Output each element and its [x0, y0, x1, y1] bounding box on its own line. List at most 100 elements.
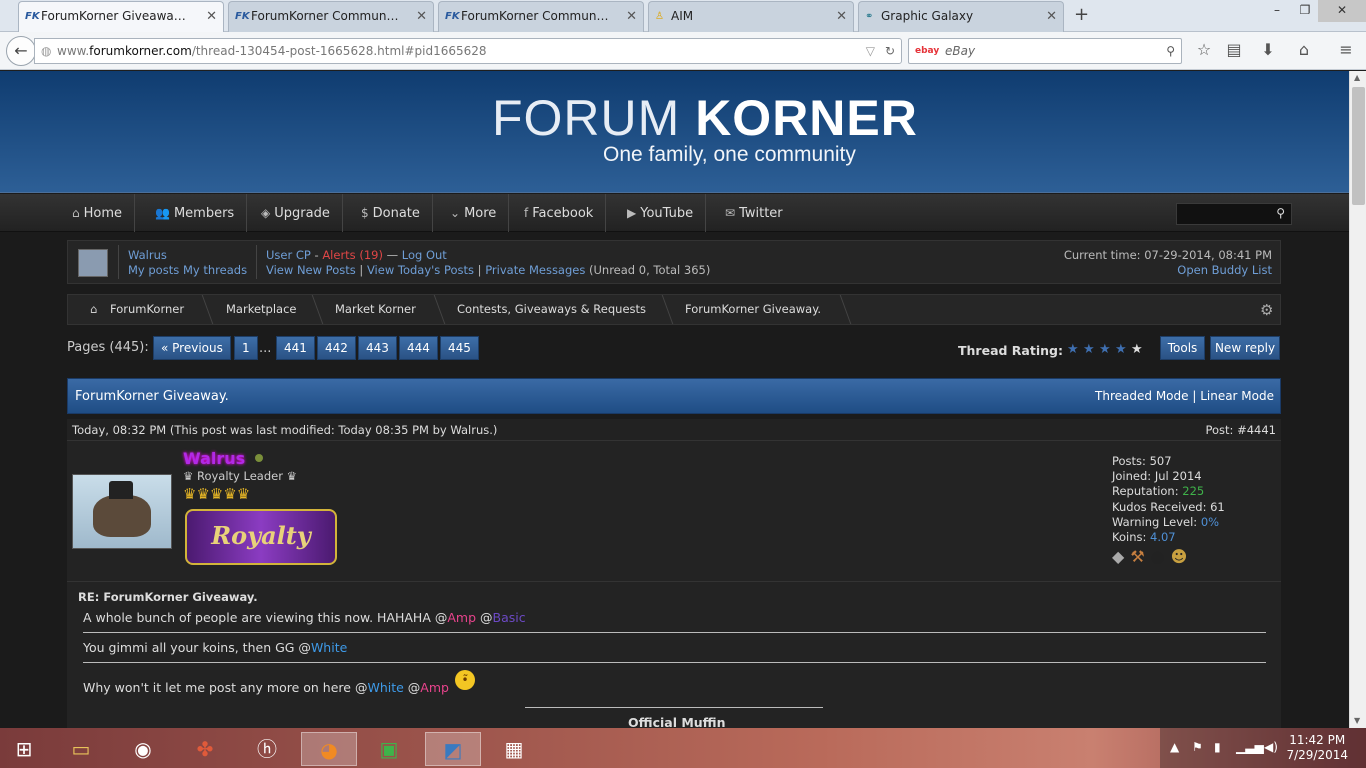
close-window-icon[interactable]: ✕ [1318, 0, 1366, 22]
close-tab-icon[interactable]: ✕ [836, 2, 847, 31]
browser-tab[interactable]: ⚭ Graphic Galaxy ✕ [858, 1, 1064, 32]
media-app-icon[interactable]: ◉ [119, 732, 167, 766]
file-explorer-icon[interactable]: ▭ [57, 732, 105, 766]
my-posts-link[interactable]: My posts [128, 263, 179, 277]
menu-donate[interactable]: $ Donate [349, 194, 433, 232]
breadcrumb-forumkorner[interactable]: ForumKorner [110, 295, 184, 324]
search-icon[interactable]: ⚲ [1166, 39, 1175, 63]
new-tab-icon[interactable]: + [1074, 6, 1089, 24]
page-445-button[interactable]: 445 [440, 336, 479, 360]
username-link[interactable]: Walrus [128, 248, 167, 262]
reload-icon[interactable]: ↻ [885, 39, 895, 63]
back-arrow-icon[interactable]: ← [6, 36, 36, 66]
power-icon[interactable]: ▮ [1214, 740, 1221, 754]
firefox-icon[interactable]: ◕ [301, 732, 357, 766]
breadcrumb-contests[interactable]: Contests, Giveaways & Requests [457, 295, 646, 324]
bomb-award-icon[interactable]: ● [1151, 547, 1171, 566]
menu-upgrade[interactable]: ◈ Upgrade [249, 194, 343, 232]
diamond-award-icon[interactable]: ◆ [1112, 547, 1130, 566]
scroll-up-icon[interactable]: ▲ [1354, 73, 1360, 82]
author-avatar[interactable] [72, 474, 172, 549]
reputation-link[interactable]: 225 [1182, 484, 1204, 498]
search-icon[interactable]: ⚲ [1276, 206, 1285, 220]
home-icon[interactable]: ⌂ [1292, 40, 1316, 59]
site-logo[interactable]: FORUM KORNER [492, 89, 918, 147]
view-todays-posts-link[interactable]: View Today's Posts [367, 263, 474, 277]
browser-tab[interactable]: FK ForumKorner Community ... ✕ [438, 1, 644, 32]
browser-tab[interactable]: ♙ AIM ✕ [648, 1, 854, 32]
author-name[interactable]: Walrus [183, 449, 245, 468]
close-tab-icon[interactable]: ✕ [626, 2, 637, 31]
menu-youtube[interactable]: ▶ YouTube [615, 194, 707, 232]
linear-mode-link[interactable]: Linear Mode [1200, 389, 1274, 403]
page-441-button[interactable]: 441 [276, 336, 315, 360]
paint-app-icon[interactable]: ◩ [425, 732, 481, 766]
menu-icon[interactable]: ≡ [1334, 40, 1358, 59]
close-tab-icon[interactable]: ✕ [416, 2, 427, 31]
photo-app-icon[interactable]: ✤ [181, 732, 229, 766]
rating-star-icon[interactable]: ★ [1067, 342, 1079, 357]
volume-icon[interactable]: ◀) [1264, 740, 1278, 754]
video-app-icon[interactable]: ▦ [490, 732, 538, 766]
private-messages-link[interactable]: Private Messages [485, 263, 585, 277]
menu-facebook[interactable]: f Facebook [512, 194, 607, 232]
avatar[interactable] [78, 249, 108, 277]
mention-amp-link[interactable]: Amp [420, 680, 449, 695]
previous-page-button[interactable]: « Previous [153, 336, 231, 360]
bookmark-star-icon[interactable]: ☆ [1192, 40, 1216, 59]
buddy-list-link[interactable]: Open Buddy List [1177, 263, 1272, 277]
koins-link[interactable]: 4.07 [1150, 530, 1176, 544]
hammer-award-icon[interactable]: ⚒ [1130, 547, 1150, 566]
my-threads-link[interactable]: My threads [183, 263, 247, 277]
bookmarks-list-icon[interactable]: ▤ [1222, 40, 1246, 59]
mention-white-link[interactable]: White [311, 640, 347, 655]
browser-tab[interactable]: FK ForumKorner Giveaway. (1) ✕ [18, 1, 224, 32]
page-1-button[interactable]: 1 [234, 336, 258, 360]
store-icon[interactable]: ▣ [365, 732, 413, 766]
logout-link[interactable]: Log Out [402, 248, 447, 262]
download-icon[interactable]: ⬇ [1256, 40, 1280, 59]
breadcrumb-market-korner[interactable]: Market Korner [335, 295, 416, 324]
threaded-mode-link[interactable]: Threaded Mode [1095, 389, 1188, 403]
page-444-button[interactable]: 444 [399, 336, 438, 360]
page-scrollbar[interactable]: ▲ ▼ [1349, 71, 1366, 728]
alerts-link[interactable]: Alerts (19) [322, 248, 383, 262]
browser-tab[interactable]: FK ForumKorner Community ... ✕ [228, 1, 434, 32]
page-442-button[interactable]: 442 [317, 336, 356, 360]
user-cp-link[interactable]: User CP [266, 248, 311, 262]
menu-members[interactable]: 👥 Members [143, 194, 248, 232]
show-hidden-icons-icon[interactable]: ▲ [1170, 740, 1179, 754]
page-443-button[interactable]: 443 [358, 336, 397, 360]
windows-start-icon[interactable]: ⊞ [0, 732, 48, 766]
close-tab-icon[interactable]: ✕ [206, 2, 217, 31]
scrollbar-thumb[interactable] [1352, 87, 1365, 205]
rating-star-icon[interactable]: ★ [1083, 342, 1095, 357]
mention-basic-link[interactable]: Basic [493, 610, 526, 625]
rating-star-icon[interactable]: ★ [1099, 342, 1111, 357]
breadcrumb-current-thread[interactable]: ForumKorner Giveaway. [685, 295, 821, 324]
action-center-flag-icon[interactable]: ⚑ [1192, 740, 1203, 754]
warning-level-link[interactable]: 0% [1201, 515, 1219, 529]
rating-star-icon[interactable]: ★ [1131, 342, 1143, 357]
menu-more[interactable]: ⌄ More [438, 194, 510, 232]
breadcrumb-marketplace[interactable]: Marketplace [226, 295, 296, 324]
minimize-icon[interactable]: – [1262, 0, 1292, 22]
tools-button[interactable]: Tools [1160, 336, 1205, 360]
new-reply-button[interactable]: New reply [1210, 336, 1280, 360]
rating-star-icon[interactable]: ★ [1115, 342, 1127, 357]
mention-white-link[interactable]: White [367, 680, 403, 695]
restore-icon[interactable]: ❐ [1290, 0, 1320, 22]
site-search-input[interactable]: ⚲ [1176, 203, 1292, 225]
view-new-posts-link[interactable]: View New Posts [266, 263, 356, 277]
mention-amp-link[interactable]: Amp [447, 610, 476, 625]
url-bar[interactable]: ◍ www.forumkorner.com/thread-130454-post… [34, 38, 902, 64]
menu-home[interactable]: ⌂ Home [60, 194, 136, 232]
dropdown-icon[interactable]: ▽ [866, 39, 875, 63]
scroll-down-icon[interactable]: ▼ [1354, 716, 1360, 725]
menu-twitter[interactable]: ✉ Twitter [713, 194, 795, 232]
search-input[interactable]: ebay eBay ⚲ [908, 38, 1182, 64]
taskbar-clock[interactable]: 11:42 PM 7/29/2014 [1286, 733, 1348, 763]
close-tab-icon[interactable]: ✕ [1046, 2, 1057, 31]
network-icon[interactable]: ▁▃▅ [1236, 740, 1264, 754]
post-number-link[interactable]: Post: #4441 [1206, 423, 1277, 437]
